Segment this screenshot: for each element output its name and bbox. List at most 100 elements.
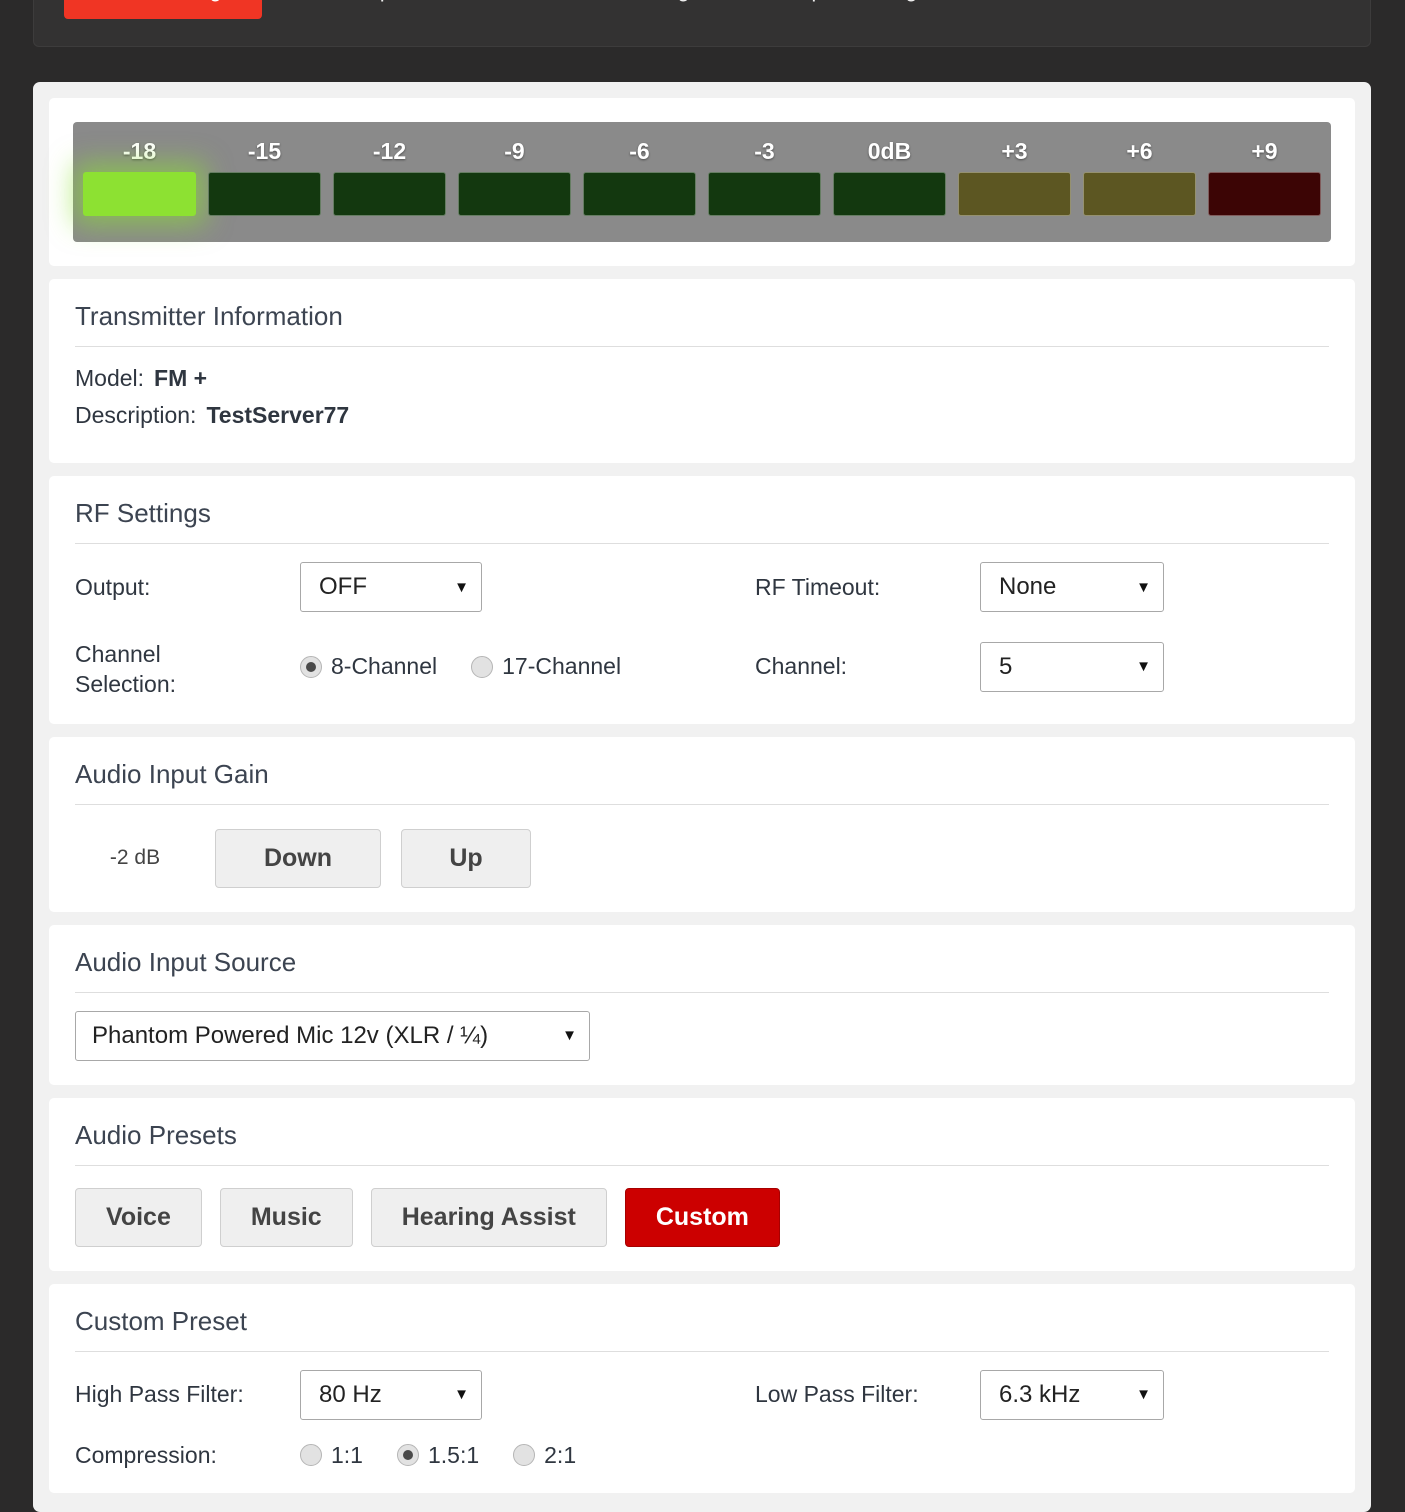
audio-input-gain-body: -2 dB Down Up [49,805,1355,912]
meter-segment-label: +3 [1001,138,1028,164]
transmitter-information-body: Model: FM + Description: TestServer77 [49,347,1355,463]
meter-segment-cell: -6 [583,130,696,228]
radio-indicator-icon [396,1444,419,1467]
high-pass-filter-select[interactable]: 80 Hz ▼ [300,1369,482,1420]
model-value: FM + [154,365,208,391]
radio-8-channel[interactable]: 8-Channel [300,653,437,680]
radio-indicator-icon [471,655,494,678]
meter-segment-indicator [833,172,946,216]
high-pass-filter-label: High Pass Filter: [75,1381,244,1408]
custom-preset-panel: Custom Preset High Pass Filter: 80 Hz ▼ … [49,1283,1355,1493]
panel-title: Transmitter Information [75,279,1329,347]
preset-music-button[interactable]: Music [219,1187,353,1247]
meter-segment-cell: +9 [1208,130,1321,228]
audio-input-source-select[interactable]: Phantom Powered Mic 12v (XLR / ¼) ▼ [75,1010,590,1061]
audio-level-meter: -18 -15 -12 -9 -6 -3 0dB +3 +6 +9 [73,122,1331,242]
channel-label: Channel: [755,653,848,680]
chevron-down-icon: ▼ [1136,658,1151,676]
high-pass-filter-select-wrap: 80 Hz ▼ [300,1369,755,1420]
tab-admin[interactable]: Admin [1011,0,1171,19]
audio-presets-button-group: Voice Music Hearing Assist Custom [75,1184,1329,1247]
panel-title: Audio Input Source [75,925,1329,993]
tab-label: Upload Image [796,0,929,3]
low-pass-filter-label: Low Pass Filter: [755,1381,919,1408]
meter-segment-label: -15 [247,138,282,164]
rf-timeout-value: None [999,573,1057,600]
meter-segment-label: -9 [504,138,525,164]
meter-segment-label: +9 [1251,138,1278,164]
rf-settings-grid: Output: OFF ▼ RF Timeout: None ▼ Channel… [75,562,1329,700]
radio-label: 17-Channel [502,653,622,680]
rf-output-select[interactable]: OFF ▼ [300,562,482,612]
preset-voice-button[interactable]: Voice [75,1187,202,1247]
radio-label: 1.5:1 [427,1441,480,1468]
tab-options[interactable]: Options [320,0,480,19]
channel-select[interactable]: 5 ▼ [980,641,1164,692]
preset-custom-button[interactable]: Custom [624,1187,780,1247]
model-row: Model: FM + [75,365,1329,392]
meter-segment-cell: -9 [458,130,571,228]
tab-upload-image[interactable]: Upload Image [766,0,959,19]
meter-segment-cell: -15 [208,130,321,228]
radio-indicator-icon [513,1444,536,1467]
panel-title: Custom Preset [75,1284,1329,1352]
transmitter-information-panel: Transmitter Information Model: FM + Desc… [49,279,1355,463]
rf-timeout-select-wrap: None ▼ [980,562,1329,612]
meter-segment-indicator [958,172,1071,216]
audio-input-source-value: Phantom Powered Mic 12v (XLR / ¼) [92,1021,489,1049]
channel-selection-radio-group: 8-Channel 17-Channel [300,653,755,680]
tab-label: Network Settings [538,0,700,3]
gain-down-button[interactable]: Down [215,828,381,888]
panel-title: RF Settings [75,476,1329,544]
gain-up-button[interactable]: Up [401,828,531,888]
panel-title: Audio Input Gain [75,737,1329,805]
audio-input-source-panel: Audio Input Source Phantom Powered Mic 1… [49,924,1355,1085]
rf-output-value: OFF [319,573,367,600]
description-value: TestServer77 [206,402,350,428]
custom-preset-body: High Pass Filter: 80 Hz ▼ Low Pass Filte… [49,1352,1355,1493]
channel-select-wrap: 5 ▼ [980,641,1329,692]
chevron-down-icon: ▼ [562,1027,577,1045]
meter-segment-label: +6 [1126,138,1153,164]
audio-presets-body: Voice Music Hearing Assist Custom [49,1166,1355,1271]
radio-compression-1-5-1[interactable]: 1.5:1 [396,1441,480,1469]
meter-segment-cell: -3 [708,130,821,228]
meter-segment-indicator [708,172,821,216]
meter-segment-label: -12 [372,138,407,164]
channel-value: 5 [999,652,1013,680]
meter-segment-indicator [83,172,196,216]
description-label: Description: [75,402,197,428]
description-row: Description: TestServer77 [75,402,1329,429]
tab-audio-settings[interactable]: Audio Settings [64,0,263,19]
meter-segment-indicator [458,172,571,216]
high-pass-filter-value: 80 Hz [319,1380,382,1408]
radio-compression-2-1[interactable]: 2:1 [513,1442,576,1469]
tab-network-settings[interactable]: Network Settings [508,0,730,19]
compression-label: Compression: [75,1441,217,1468]
meter-segment-label: 0dB [867,138,912,164]
page-container: -18 -15 -12 -9 -6 -3 0dB +3 +6 +9 Transm… [33,82,1371,1512]
meter-segment-cell: -12 [333,130,446,228]
meter-segment-label: -3 [754,138,775,164]
rf-timeout-select[interactable]: None ▼ [980,562,1164,612]
radio-17-channel[interactable]: 17-Channel [471,653,621,680]
audio-input-source-body: Phantom Powered Mic 12v (XLR / ¼) ▼ [49,993,1355,1085]
chevron-down-icon: ▼ [454,1386,469,1404]
audio-presets-panel: Audio Presets Voice Music Hearing Assist… [49,1097,1355,1271]
low-pass-filter-select-wrap: 6.3 kHz ▼ [980,1369,1329,1420]
radio-indicator-icon [300,655,322,678]
gain-value: -2 dB [109,846,161,870]
channel-selection-label: Channel Selection: [75,641,177,697]
compression-radio-group: 1:1 1.5:1 2:1 [300,1442,755,1469]
nav-tab-list: Audio Settings Options Network Settings … [64,0,1370,19]
preset-hearing-assist-button[interactable]: Hearing Assist [370,1187,607,1247]
rf-output-label: Output: [75,573,151,600]
radio-label: 8-Channel [331,653,438,680]
radio-indicator-icon [300,1444,322,1467]
chevron-down-icon: ▼ [1136,1386,1151,1404]
top-navbar: Audio Settings Options Network Settings … [33,0,1371,47]
tab-label: Admin [1061,0,1122,3]
low-pass-filter-select[interactable]: 6.3 kHz ▼ [980,1369,1164,1420]
meter-segment-label: -18 [122,138,157,164]
radio-compression-1-1[interactable]: 1:1 [300,1442,363,1469]
